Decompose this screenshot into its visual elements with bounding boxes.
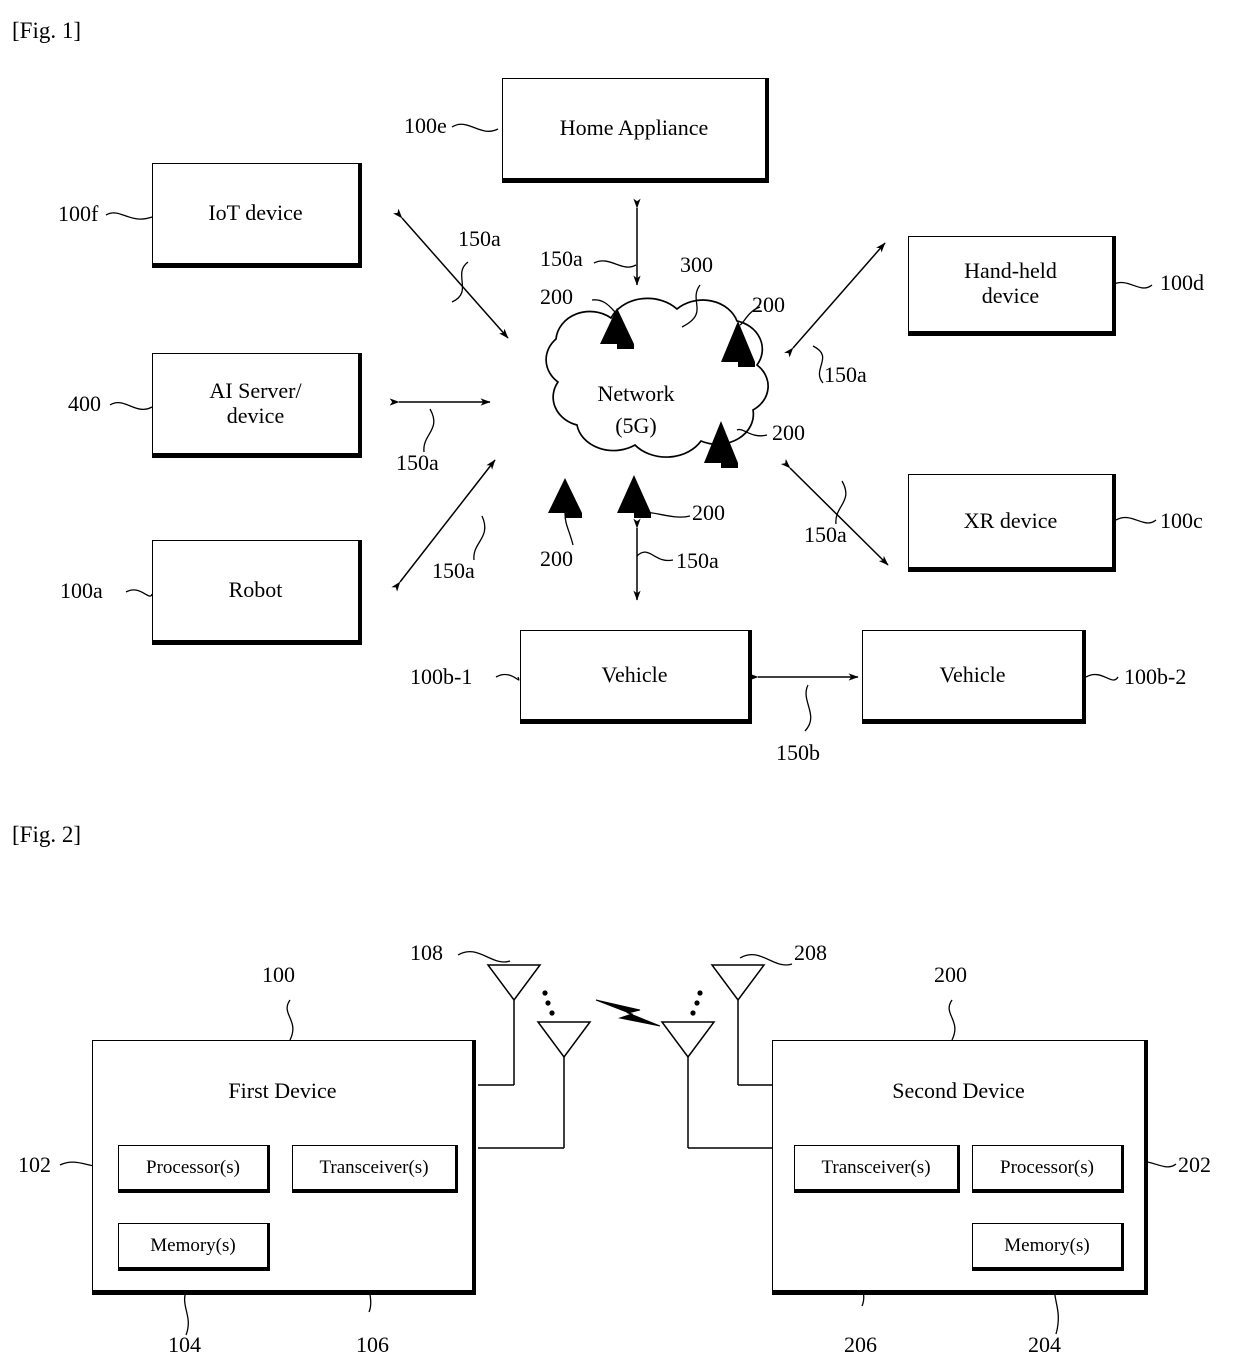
ref-100e: 100e bbox=[404, 113, 447, 138]
box-vehicle-left: Vehicle bbox=[520, 630, 752, 724]
module-memory-first-label: Memory(s) bbox=[150, 1234, 236, 1256]
module-processor-second: Processor(s) bbox=[972, 1145, 1124, 1193]
box-robot-label: Robot bbox=[228, 577, 283, 603]
module-transceiver-second-label: Transceiver(s) bbox=[821, 1156, 931, 1178]
box-second-device-title: Second Device bbox=[892, 1078, 1025, 1103]
ref-200-second-device: 200 bbox=[934, 962, 967, 987]
box-vehicle-left-label: Vehicle bbox=[601, 661, 668, 687]
ref-200-a: 200 bbox=[540, 284, 573, 309]
fig1-link-arrows bbox=[389, 198, 889, 681]
ref-108: 108 bbox=[410, 940, 443, 965]
module-memory-first: Memory(s) bbox=[118, 1223, 270, 1271]
ref-202: 202 bbox=[1178, 1152, 1211, 1177]
ref-100b-1: 100b-1 bbox=[410, 664, 473, 689]
box-robot: Robot bbox=[152, 540, 362, 645]
ref-150a-5: 150a bbox=[432, 558, 475, 583]
figure-2-label: [Fig. 2] bbox=[12, 822, 81, 847]
module-memory-second-label: Memory(s) bbox=[1004, 1234, 1090, 1256]
module-processor-first-label: Processor(s) bbox=[146, 1156, 240, 1178]
ref-100: 100 bbox=[262, 962, 295, 987]
ref-200-c: 200 bbox=[772, 420, 805, 445]
module-transceiver-second: Transceiver(s) bbox=[794, 1145, 960, 1193]
module-processor-second-label: Processor(s) bbox=[1000, 1156, 1094, 1178]
ref-200-b: 200 bbox=[752, 292, 785, 317]
module-memory-second: Memory(s) bbox=[972, 1223, 1124, 1271]
ref-400: 400 bbox=[68, 391, 101, 416]
ref-208: 208 bbox=[794, 940, 827, 965]
ref-150b: 150b bbox=[776, 740, 820, 765]
ref-104: 104 bbox=[168, 1332, 201, 1357]
box-vehicle-right-label: Vehicle bbox=[939, 661, 1006, 687]
module-transceiver-first-label: Transceiver(s) bbox=[319, 1156, 429, 1178]
ref-100d: 100d bbox=[1160, 270, 1204, 295]
box-hand-held-device-label: Hand-held device bbox=[964, 258, 1057, 308]
ref-206: 206 bbox=[844, 1332, 877, 1357]
module-processor-first: Processor(s) bbox=[118, 1145, 270, 1193]
box-ai-server: AI Server/ device bbox=[152, 353, 362, 458]
patent-figure-page: [Fig. 1] Home Appliance 100e IoT device … bbox=[0, 0, 1240, 1369]
ref-300: 300 bbox=[680, 252, 713, 277]
figure-1-label: [Fig. 1] bbox=[12, 18, 81, 43]
ref-150a-7: 150a bbox=[676, 548, 719, 573]
box-vehicle-right: Vehicle bbox=[862, 630, 1086, 724]
ref-102: 102 bbox=[18, 1152, 51, 1177]
box-ai-server-label: AI Server/ device bbox=[209, 377, 302, 428]
box-hand-held-device: Hand-held device bbox=[908, 236, 1116, 336]
module-transceiver-first: Transceiver(s) bbox=[292, 1145, 458, 1193]
box-iot-device-label: IoT device bbox=[208, 200, 303, 226]
ref-200-e: 200 bbox=[692, 500, 725, 525]
ref-150a-4: 150a bbox=[396, 450, 439, 475]
box-home-appliance: Home Appliance bbox=[502, 78, 769, 183]
ref-100a: 100a bbox=[60, 578, 103, 603]
ref-100c: 100c bbox=[1160, 508, 1203, 533]
ref-150a-3: 150a bbox=[824, 362, 867, 387]
ref-200-d: 200 bbox=[540, 546, 573, 571]
box-first-device-title: First Device bbox=[228, 1078, 337, 1103]
ref-204: 204 bbox=[1028, 1332, 1061, 1357]
network-cloud-label: Network (5G) bbox=[597, 381, 675, 438]
ref-106: 106 bbox=[356, 1332, 389, 1357]
box-xr-device-label: XR device bbox=[963, 507, 1058, 533]
box-home-appliance-label: Home Appliance bbox=[559, 115, 709, 141]
ref-150a-1: 150a bbox=[458, 226, 501, 251]
ref-100b-2: 100b-2 bbox=[1124, 664, 1187, 689]
ref-150a-6: 150a bbox=[804, 522, 847, 547]
ref-150a-2: 150a bbox=[540, 246, 583, 271]
box-xr-device: XR device bbox=[908, 474, 1116, 572]
ref-100f: 100f bbox=[58, 201, 99, 226]
fig2-first-device-antennas bbox=[457, 950, 592, 1149]
lightning-bolt-icon bbox=[595, 999, 661, 1027]
box-iot-device: IoT device bbox=[152, 163, 362, 268]
